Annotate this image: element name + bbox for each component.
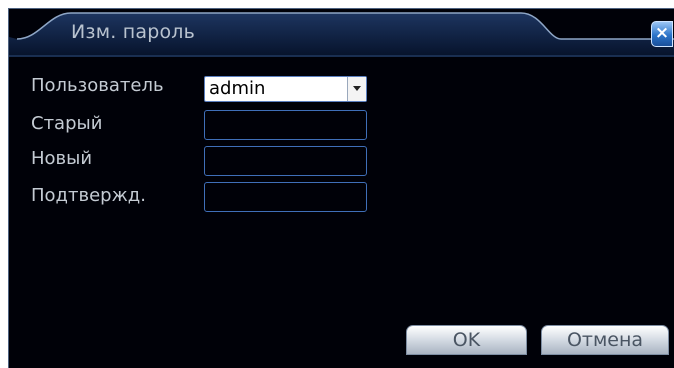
- confirm-password-label: Подтвержд.: [31, 185, 146, 206]
- user-label: Пользователь: [31, 75, 164, 96]
- user-select[interactable]: admin: [204, 76, 367, 102]
- ok-button[interactable]: OK: [406, 325, 527, 355]
- cancel-button[interactable]: Отмена: [541, 325, 669, 355]
- close-button[interactable]: ×: [651, 21, 673, 47]
- close-icon: ×: [654, 23, 670, 43]
- old-password-field[interactable]: [204, 110, 367, 140]
- user-select-value: admin: [209, 78, 266, 99]
- dialog-title: Изм. пароль: [71, 21, 196, 43]
- change-password-dialog: Изм. пароль × Пользователь admin Старый …: [8, 8, 674, 368]
- dialog-titlebar[interactable]: Изм. пароль ×: [9, 9, 674, 57]
- new-password-field[interactable]: [204, 146, 367, 176]
- chevron-down-icon[interactable]: [347, 77, 366, 101]
- new-password-label: Новый: [31, 148, 93, 169]
- old-password-label: Старый: [31, 113, 103, 134]
- confirm-password-field[interactable]: [204, 182, 367, 212]
